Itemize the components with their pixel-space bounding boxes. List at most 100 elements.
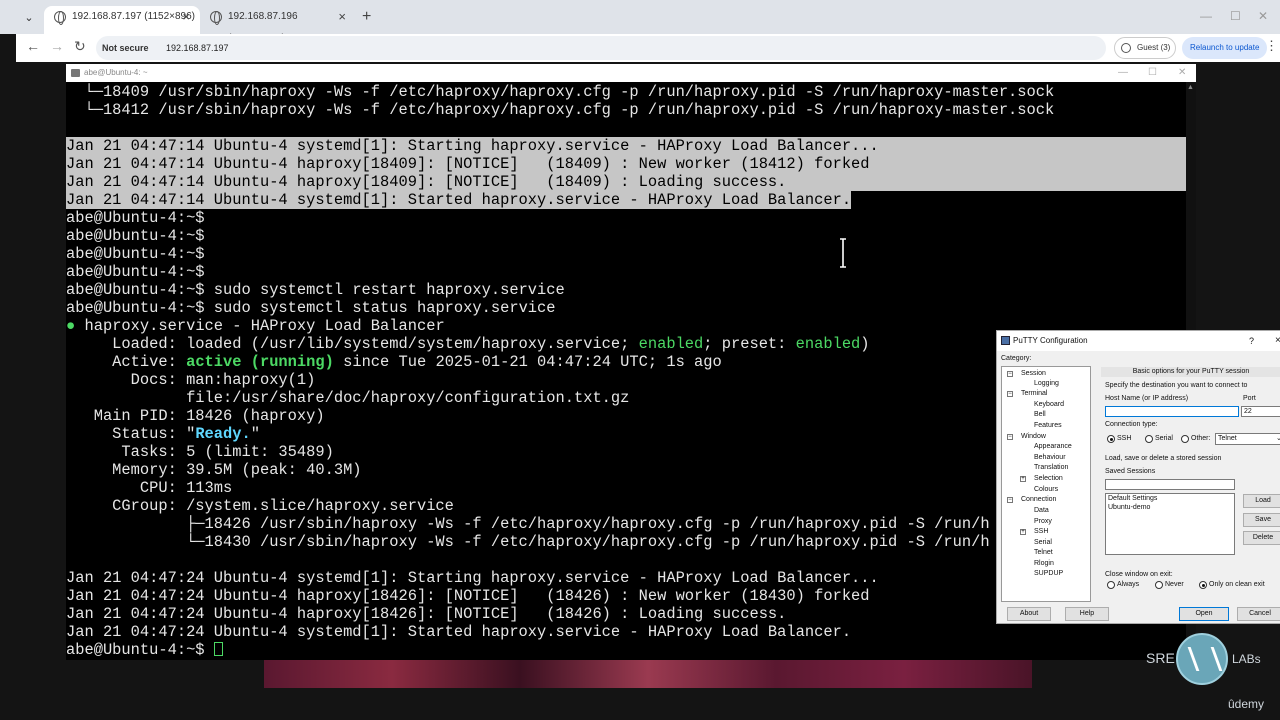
exit-never-radio[interactable] — [1155, 581, 1163, 589]
profile-button[interactable]: Guest (3) — [1114, 37, 1176, 59]
terminal-line-selected[interactable]: Jan 21 04:47:14 Ubuntu-4 systemd[1]: Sta… — [66, 137, 1186, 155]
browser-toolbar: ← → ↻ Not secure 192.168.87.197 Guest (3… — [16, 34, 1280, 62]
tree-item-supdup[interactable]: SUPDUP — [1034, 570, 1063, 577]
expand-icon[interactable]: + — [1020, 476, 1026, 482]
saved-sessions-input[interactable] — [1105, 479, 1235, 490]
active-suffix: since Tue 2025-01-21 04:47:24 UTC; 1s ag… — [333, 353, 722, 371]
category-tree[interactable]: − Session Logging − Terminal Keyboard Be… — [1001, 366, 1091, 602]
tree-item-data[interactable]: Data — [1034, 507, 1049, 514]
tree-item-selection[interactable]: Selection — [1034, 475, 1063, 482]
tree-item-terminal[interactable]: Terminal — [1021, 390, 1047, 397]
back-icon[interactable]: ← — [26, 38, 40, 54]
help-button[interactable]: Help — [1065, 607, 1109, 621]
tree-item-bell[interactable]: Bell — [1034, 411, 1046, 418]
port-label: Port — [1243, 395, 1256, 402]
browser-tab[interactable]: 192.168.87.196 (1024×1024) × — [200, 6, 356, 44]
close-icon[interactable]: × — [1275, 331, 1280, 351]
exit-always-label: Always — [1117, 581, 1140, 588]
other-radio[interactable] — [1181, 435, 1189, 443]
port-input[interactable]: 22 — [1241, 406, 1280, 417]
cancel-button[interactable]: Cancel — [1237, 607, 1280, 621]
tree-item-behaviour[interactable]: Behaviour — [1034, 454, 1066, 461]
not-secure-badge[interactable]: Not secure — [102, 36, 149, 60]
reload-icon[interactable]: ↻ — [74, 38, 86, 55]
tree-item-connection[interactable]: Connection — [1021, 496, 1056, 503]
new-tab-button[interactable]: + — [362, 8, 371, 26]
tree-item-proxy[interactable]: Proxy — [1034, 518, 1052, 525]
tree-item-colours[interactable]: Colours — [1034, 486, 1058, 493]
ssh-radio[interactable] — [1107, 435, 1115, 443]
tree-item-session[interactable]: Session — [1021, 370, 1046, 377]
loaded-mid: ; preset: — [703, 335, 796, 353]
tree-item-ssh[interactable]: SSH — [1034, 528, 1048, 535]
tree-item-translation[interactable]: Translation — [1034, 464, 1068, 471]
chevron-down-icon: ⌄ — [1276, 435, 1280, 442]
save-button[interactable]: Save — [1243, 513, 1280, 527]
collapse-icon[interactable]: − — [1007, 434, 1013, 440]
udemy-watermark: ûdemy — [1228, 697, 1265, 711]
about-button[interactable]: About — [1007, 607, 1051, 621]
url-text[interactable]: 192.168.87.197 — [166, 36, 229, 60]
tab-close-icon[interactable]: × — [338, 6, 346, 28]
kebab-menu-icon[interactable]: ⋮ — [1265, 38, 1278, 54]
tab-close-icon[interactable]: × — [182, 6, 190, 28]
preset-word: enabled — [795, 335, 861, 353]
tree-item-rlogin[interactable]: Rlogin — [1034, 560, 1054, 567]
exit-clean-radio[interactable] — [1199, 581, 1207, 589]
session-item[interactable]: Default Settings — [1108, 494, 1234, 503]
sessions-list[interactable]: Default Settings Ubuntu-demo — [1105, 493, 1235, 555]
maximize-icon[interactable]: ☐ — [1148, 64, 1157, 82]
brand-labs-text: LABs — [1232, 652, 1261, 666]
tree-item-logging[interactable]: Logging — [1034, 380, 1059, 387]
text-cursor — [213, 642, 223, 656]
active-prefix: Active: — [66, 353, 187, 371]
serial-radio[interactable] — [1145, 435, 1153, 443]
terminal-titlebar[interactable]: abe@Ubuntu-4: ~ — ☐ ✕ — [66, 64, 1196, 82]
scroll-up-icon[interactable]: ▲ — [1187, 84, 1194, 91]
maximize-icon[interactable]: ☐ — [1230, 9, 1241, 23]
close-icon[interactable]: ✕ — [1178, 64, 1186, 82]
collapse-icon[interactable]: − — [1007, 391, 1013, 397]
tree-item-telnet[interactable]: Telnet — [1034, 549, 1053, 556]
window-close-icon[interactable]: ✕ — [1258, 9, 1268, 23]
prompt: abe@Ubuntu-4:~$ — [66, 641, 205, 659]
relaunch-button[interactable]: Relaunch to update — [1182, 37, 1268, 59]
tree-item-serial[interactable]: Serial — [1034, 539, 1052, 546]
terminal-line-selected[interactable]: Jan 21 04:47:14 Ubuntu-4 haproxy[18409]:… — [66, 173, 1186, 191]
session-item[interactable]: Ubuntu-demo — [1108, 503, 1234, 512]
browser-tab-active[interactable]: 192.168.87.197 (1152×896) × — [44, 6, 200, 34]
minimize-icon[interactable]: — — [1118, 64, 1128, 82]
tab-title: 192.168.87.197 (1152×896) — [72, 11, 195, 22]
tree-item-features[interactable]: Features — [1034, 422, 1062, 429]
exit-always-radio[interactable] — [1107, 581, 1115, 589]
delete-button[interactable]: Delete — [1243, 531, 1280, 545]
collapse-icon[interactable]: − — [1007, 371, 1013, 377]
forward-icon[interactable]: → — [50, 38, 64, 54]
status-prefix: Status: " — [66, 425, 196, 443]
exit-never-label: Never — [1165, 581, 1184, 588]
collapse-icon[interactable]: − — [1007, 497, 1013, 503]
terminal-line: └─18412 /usr/sbin/haproxy -Ws -f /etc/ha… — [66, 101, 1055, 119]
terminal-line-selected[interactable]: Jan 21 04:47:14 Ubuntu-4 haproxy[18409]:… — [66, 155, 1186, 173]
tab-search-chevron-icon[interactable]: ⌄ — [20, 9, 38, 27]
address-bar[interactable]: Not secure 192.168.87.197 — [96, 36, 1106, 60]
minimize-icon[interactable]: — — [1200, 9, 1212, 23]
tree-item-keyboard[interactable]: Keyboard — [1034, 401, 1064, 408]
load-button[interactable]: Load — [1243, 494, 1280, 508]
prompt-line[interactable]: abe@Ubuntu-4:~$ — [66, 641, 1186, 659]
protocol-select[interactable]: Telnet ⌄ — [1215, 433, 1280, 445]
selected-text[interactable]: Jan 21 04:47:14 Ubuntu-4 systemd[1]: Sta… — [66, 191, 852, 209]
host-input[interactable] — [1105, 406, 1239, 417]
putty-titlebar[interactable]: PuTTY Configuration ? × — [997, 331, 1280, 351]
prompt: abe@Ubuntu-4:~$ — [66, 299, 205, 317]
tree-item-appearance[interactable]: Appearance — [1034, 443, 1072, 450]
profile-label: Guest (3) — [1137, 43, 1171, 52]
tree-item-window[interactable]: Window — [1021, 433, 1046, 440]
open-button[interactable]: Open — [1179, 607, 1229, 621]
help-icon[interactable]: ? — [1249, 331, 1254, 351]
command-line: abe@Ubuntu-4:~$ sudo systemctl restart h… — [66, 281, 1186, 299]
saved-sessions-label: Saved Sessions — [1105, 468, 1156, 475]
expand-icon[interactable]: + — [1020, 529, 1026, 535]
connection-type-label: Connection type: — [1105, 421, 1158, 428]
sre-labs-logo-icon — [1176, 633, 1228, 685]
